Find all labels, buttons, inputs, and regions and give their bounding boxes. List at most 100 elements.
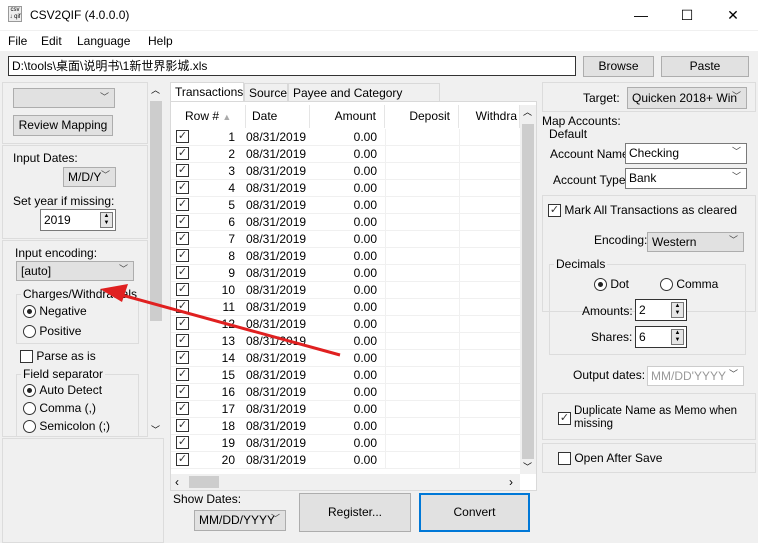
scroll-thumb[interactable] <box>150 101 162 321</box>
scroll-down-icon[interactable]: ﹀ <box>151 423 160 436</box>
check-icon[interactable]: ✓ <box>176 334 189 347</box>
input-encoding-select[interactable]: [auto] ﹀ <box>16 261 134 281</box>
input-dates-select[interactable]: M/D/Y ﹀ <box>63 167 116 187</box>
comma-radio[interactable]: Comma (,) <box>23 401 96 415</box>
menu-edit[interactable]: Edit <box>41 34 62 48</box>
tab-transactions[interactable]: Transactions <box>170 82 244 102</box>
shares-input[interactable]: 6 ▲ ▼ <box>635 326 687 348</box>
check-icon[interactable]: ✓ <box>176 198 189 211</box>
browse-button[interactable]: Browse <box>583 56 654 77</box>
column-header-deposit[interactable]: Deposit <box>385 105 459 128</box>
duplicate-checkbox[interactable]: ✓ <box>558 411 571 426</box>
check-icon[interactable]: ✓ <box>176 317 189 330</box>
column-header-date[interactable]: Date <box>246 105 310 128</box>
check-icon[interactable]: ✓ <box>176 453 189 466</box>
tab-source[interactable]: Source <box>244 83 288 102</box>
close-button[interactable]: ✕ <box>710 0 756 30</box>
check-icon[interactable]: ✓ <box>176 215 189 228</box>
spinner-icon[interactable]: ▲ ▼ <box>671 329 684 345</box>
check-icon[interactable]: ✓ <box>176 232 189 245</box>
table-row[interactable]: ✓ 18 08/31/2019 0.00 <box>171 418 520 435</box>
check-icon[interactable]: ✓ <box>176 402 189 415</box>
scroll-up-icon[interactable]: ︿ <box>151 83 160 96</box>
account-name-select[interactable]: Checking ﹀ <box>625 143 747 164</box>
table-row[interactable]: ✓ 17 08/31/2019 0.00 <box>171 401 520 418</box>
spinner-icon[interactable]: ▲ ▼ <box>100 212 113 228</box>
amounts-input[interactable]: 2 ▲ ▼ <box>635 299 687 321</box>
table-row[interactable]: ✓ 19 08/31/2019 0.00 <box>171 435 520 452</box>
table-row[interactable]: ✓ 2 08/31/2019 0.00 <box>171 146 520 163</box>
menu-file[interactable]: File <box>8 34 27 48</box>
register-button[interactable]: Register... <box>299 493 411 532</box>
table-row[interactable]: ✓ 11 08/31/2019 0.00 <box>171 299 520 316</box>
scroll-right-icon[interactable]: › <box>509 475 513 489</box>
file-path-input[interactable]: D:\tools\桌面\说明书\1新世界影城.xls <box>8 56 576 76</box>
table-row[interactable]: ✓ 6 08/31/2019 0.00 <box>171 214 520 231</box>
scroll-up-icon[interactable]: ︿ <box>523 105 532 118</box>
check-icon[interactable]: ✓ <box>176 147 189 160</box>
scroll-left-icon[interactable]: ‹ <box>175 475 179 489</box>
table-row[interactable]: ✓ 14 08/31/2019 0.00 <box>171 350 520 367</box>
scroll-thumb[interactable] <box>522 124 534 459</box>
check-icon[interactable]: ✓ <box>176 130 189 143</box>
table-row[interactable]: ✓ 10 08/31/2019 0.00 <box>171 282 520 299</box>
review-mapping-button[interactable]: Review Mapping <box>13 115 113 136</box>
table-row[interactable]: ✓ 12 08/31/2019 0.00 <box>171 316 520 333</box>
check-icon[interactable]: ✓ <box>176 181 189 194</box>
table-row[interactable]: ✓ 5 08/31/2019 0.00 <box>171 197 520 214</box>
mapping-select[interactable]: ﹀ <box>13 88 115 108</box>
tab-payee-category-mapping[interactable]: Payee and Category Mapping <box>288 83 440 114</box>
scroll-thumb[interactable] <box>189 476 219 488</box>
table-row[interactable]: ✓ 9 08/31/2019 0.00 <box>171 265 520 282</box>
target-select[interactable]: Quicken 2018+ Win ﹀ <box>627 87 747 109</box>
show-dates-select[interactable]: MM/DD/YYYY ﹀ <box>194 510 286 531</box>
table-row[interactable]: ✓ 20 08/31/2019 0.00 <box>171 452 520 469</box>
table-row[interactable]: ✓ 16 08/31/2019 0.00 <box>171 384 520 401</box>
table-row[interactable]: ✓ 1 08/31/2019 0.00 <box>171 129 520 146</box>
table-row[interactable]: ✓ 3 08/31/2019 0.00 <box>171 163 520 180</box>
table-row[interactable]: ✓ 15 08/31/2019 0.00 <box>171 367 520 384</box>
check-icon[interactable]: ✓ <box>176 249 189 262</box>
parse-as-is-checkbox[interactable]: Parse as is <box>20 349 96 363</box>
minimize-button[interactable]: — <box>618 0 664 30</box>
table-row[interactable]: ✓ 8 08/31/2019 0.00 <box>171 248 520 265</box>
table-row[interactable]: ✓ 13 08/31/2019 0.00 <box>171 333 520 350</box>
auto-detect-radio[interactable]: Auto Detect <box>23 383 102 397</box>
menu-language[interactable]: Language <box>77 34 130 48</box>
paste-button[interactable]: Paste <box>661 56 749 77</box>
check-icon[interactable]: ✓ <box>176 436 189 449</box>
dot-radio[interactable]: Dot <box>594 277 629 291</box>
scroll-down-icon[interactable]: ﹀ <box>523 460 532 473</box>
column-header-amount[interactable]: Amount <box>310 105 385 128</box>
check-icon[interactable]: ✓ <box>176 164 189 177</box>
menu-help[interactable]: Help <box>148 34 173 48</box>
comma-decimal-radio[interactable]: Comma <box>660 277 718 291</box>
input-dates-label: Input Dates: <box>13 151 78 165</box>
mark-cleared-checkbox[interactable]: ✓ Mark All Transactions as cleared <box>548 203 737 217</box>
left-panel-scrollbar[interactable]: ︿ ﹀ <box>148 83 164 437</box>
open-after-save-checkbox[interactable]: Open After Save <box>558 451 662 465</box>
check-icon[interactable]: ✓ <box>176 368 189 381</box>
check-icon[interactable]: ✓ <box>176 385 189 398</box>
check-icon[interactable]: ✓ <box>176 419 189 432</box>
positive-radio[interactable]: Positive <box>23 324 81 338</box>
check-icon[interactable]: ✓ <box>176 283 189 296</box>
negative-radio[interactable]: Negative <box>23 304 87 318</box>
semicolon-radio[interactable]: Semicolon (;) <box>23 419 110 433</box>
table-horizontal-scrollbar[interactable]: ‹ › <box>171 474 520 490</box>
table-row[interactable]: ✓ 7 08/31/2019 0.00 <box>171 231 520 248</box>
spinner-icon[interactable]: ▲ ▼ <box>671 302 684 318</box>
comma-decimal-label: Comma <box>676 277 719 291</box>
year-input[interactable]: 2019 ▲ ▼ <box>40 209 116 231</box>
column-header-row[interactable]: Row # ▲ <box>173 105 246 128</box>
table-vertical-scrollbar[interactable]: ︿ ﹀ <box>520 105 536 474</box>
account-type-select[interactable]: Bank ﹀ <box>625 168 747 189</box>
check-icon[interactable]: ✓ <box>176 351 189 364</box>
maximize-button[interactable]: ☐ <box>664 0 710 30</box>
check-icon[interactable]: ✓ <box>176 300 189 313</box>
convert-button[interactable]: Convert <box>419 493 530 532</box>
check-icon[interactable]: ✓ <box>176 266 189 279</box>
column-header-withdrawal[interactable]: Withdra <box>459 105 520 128</box>
encoding-select[interactable]: Western ﹀ <box>647 232 744 252</box>
table-row[interactable]: ✓ 4 08/31/2019 0.00 <box>171 180 520 197</box>
